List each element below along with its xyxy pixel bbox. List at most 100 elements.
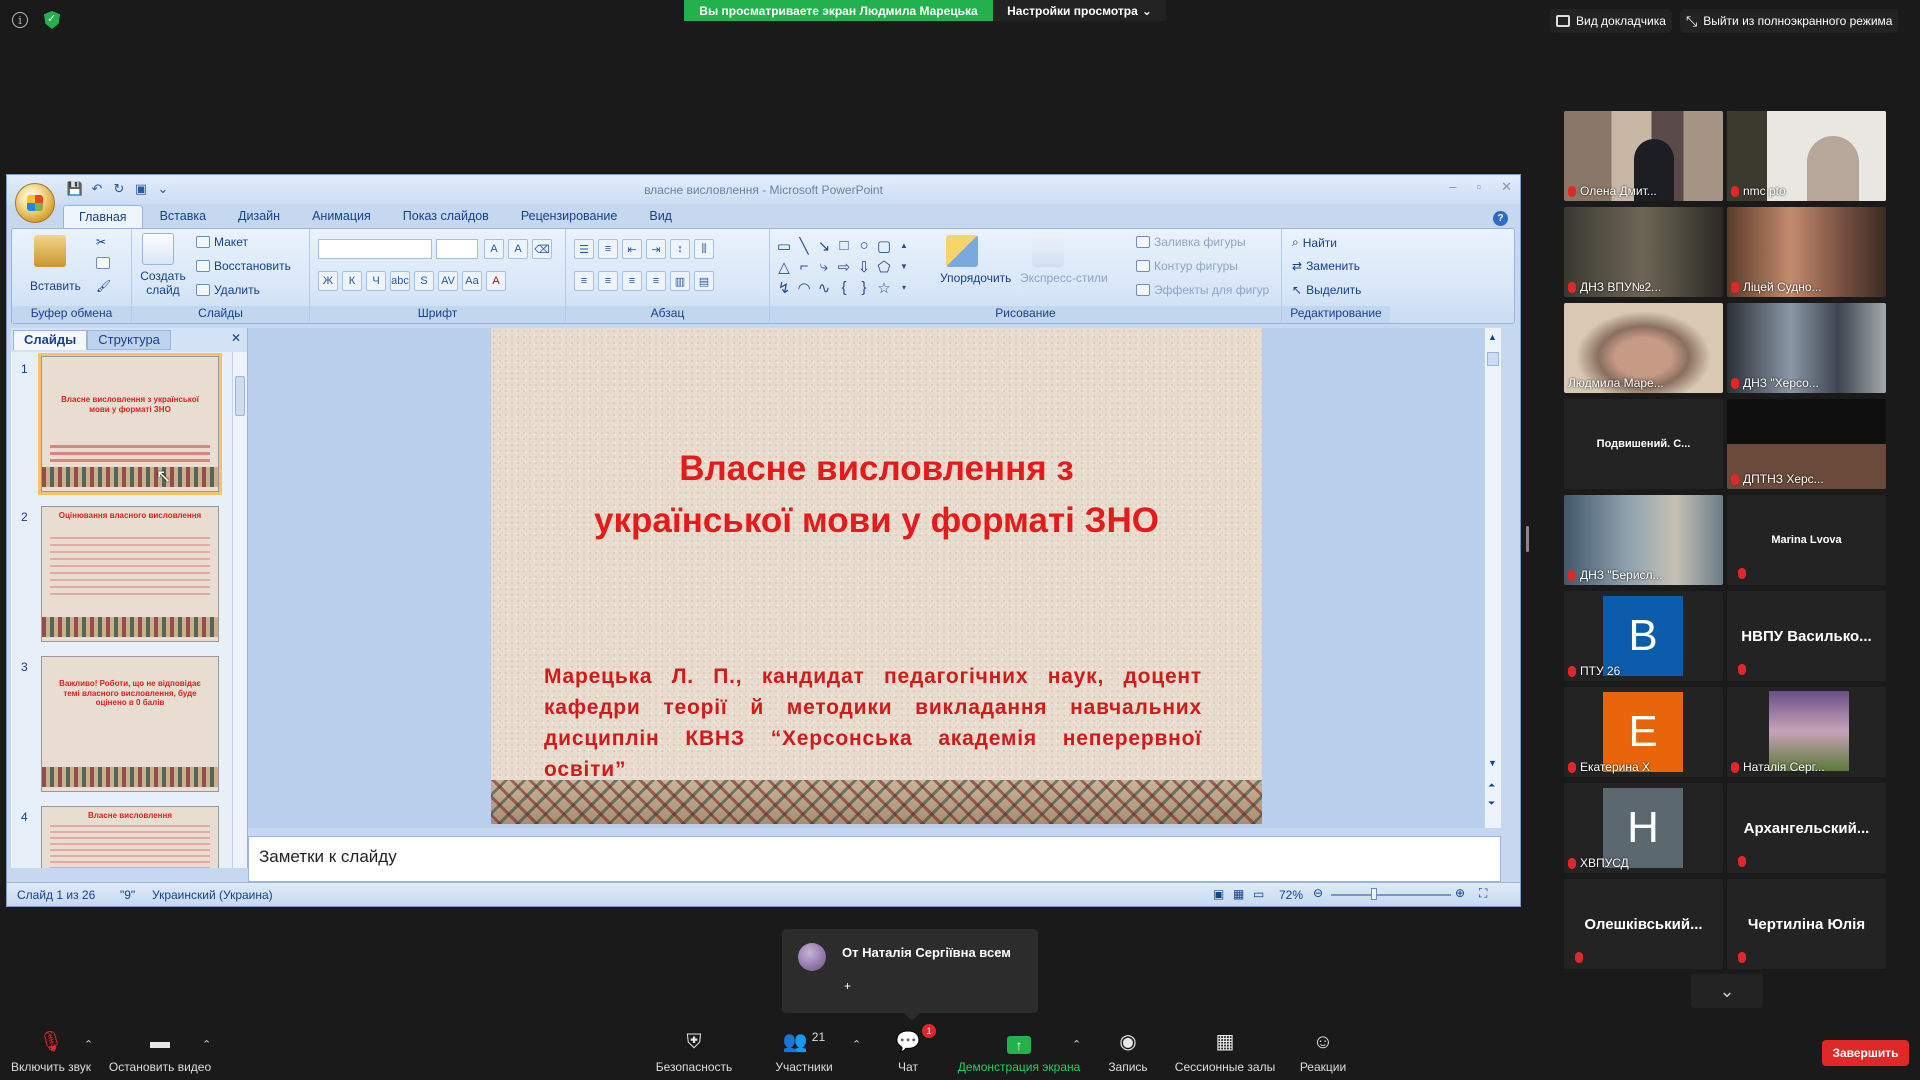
participant-tile-active-speaker[interactable]: nmc pto bbox=[1727, 111, 1886, 201]
tab-slides[interactable]: Слайды bbox=[13, 330, 88, 350]
down-arrow-shape-icon[interactable]: ⇩ bbox=[854, 256, 874, 277]
shrink-font-button[interactable]: A bbox=[508, 239, 528, 259]
participant-tile[interactable]: E Екатерина Х bbox=[1564, 687, 1723, 777]
tab-review[interactable]: Рецензирование bbox=[506, 205, 633, 229]
arrange-button[interactable]: Упорядочить bbox=[940, 271, 1011, 285]
justify-icon[interactable]: ≡ bbox=[646, 271, 666, 291]
audio-options-icon[interactable]: ⌃ bbox=[84, 1038, 93, 1051]
quick-styles-button[interactable]: Экспресс-стили bbox=[1020, 271, 1108, 285]
tab-outline[interactable]: Структура bbox=[87, 330, 171, 350]
star-shape-icon[interactable]: ☆ bbox=[874, 277, 894, 298]
slide-title[interactable]: Власне висловлення з української мови у … bbox=[531, 443, 1222, 547]
new-slide-icon[interactable] bbox=[142, 233, 174, 265]
participant-tile[interactable]: Ліцей Судно... bbox=[1727, 207, 1886, 297]
bold-button[interactable]: Ж bbox=[318, 271, 338, 291]
close-icon[interactable]: ✕ bbox=[1501, 179, 1512, 195]
tab-animation[interactable]: Анимация bbox=[297, 205, 386, 229]
participant-tile[interactable]: Олешківський... bbox=[1564, 879, 1723, 969]
bullets-icon[interactable]: ☰ bbox=[574, 239, 594, 259]
clear-format-button[interactable]: ⌫ bbox=[532, 239, 552, 259]
connector-shape-icon[interactable]: ⤷ bbox=[814, 256, 834, 277]
tab-home[interactable]: Главная bbox=[63, 205, 143, 229]
participant-tile[interactable]: H ХВПУСД bbox=[1564, 783, 1723, 873]
brace-right-shape-icon[interactable]: } bbox=[854, 277, 874, 298]
participant-tile[interactable]: Архангельский... bbox=[1727, 783, 1886, 873]
language-indicator[interactable]: Украинский (Украина) bbox=[152, 888, 273, 902]
info-icon[interactable]: i bbox=[12, 12, 28, 28]
participant-tile[interactable]: B ПТУ 26 bbox=[1564, 591, 1723, 681]
speaker-view-button[interactable]: Вид докладчика bbox=[1550, 9, 1672, 33]
fit-window-icon[interactable]: ⛶ bbox=[1479, 886, 1487, 901]
view-settings-button[interactable]: Настройки просмотра ⌄ bbox=[993, 0, 1166, 21]
current-slide[interactable]: Власне висловлення з української мови у … bbox=[491, 328, 1262, 824]
slide-thumbnail-3[interactable]: Важливо! Роботи, що не відповідає темі в… bbox=[41, 656, 219, 792]
maximize-icon[interactable]: ▫ bbox=[1476, 179, 1481, 195]
notes-pane[interactable]: Заметки к слайду bbox=[248, 836, 1501, 882]
rect-shape-icon[interactable]: □ bbox=[834, 235, 854, 256]
font-color-button[interactable]: A bbox=[486, 271, 506, 291]
end-meeting-button[interactable]: Завершить bbox=[1822, 1040, 1909, 1066]
increase-indent-icon[interactable]: ⇥ bbox=[646, 239, 666, 259]
pentagon-shape-icon[interactable]: ⬠ bbox=[874, 256, 894, 277]
minimize-icon[interactable]: – bbox=[1449, 179, 1456, 195]
underline-button[interactable]: Ч bbox=[366, 271, 386, 291]
sorter-view-icon[interactable]: ▦ bbox=[1233, 887, 1244, 901]
reactions-button[interactable]: ☺ Реакции bbox=[1292, 1030, 1354, 1074]
pane-scroll-thumb[interactable] bbox=[235, 376, 245, 416]
chat-notification[interactable]: От Наталія Сергіївна всем + bbox=[782, 929, 1038, 1021]
right-arrow-shape-icon[interactable]: ⇨ bbox=[834, 256, 854, 277]
slide-scroll-thumb[interactable] bbox=[1487, 352, 1499, 366]
rounded-rect-shape-icon[interactable]: ▢ bbox=[874, 235, 894, 256]
share-screen-button[interactable]: ↑ Демонстрация экрана bbox=[954, 1030, 1084, 1074]
freeform-shape-icon[interactable]: ∿ bbox=[814, 277, 834, 298]
participant-tile[interactable]: НВПУ Василько... bbox=[1727, 591, 1886, 681]
align-left-icon[interactable]: ≡ bbox=[574, 271, 594, 291]
participant-tile[interactable]: Людмила Маре... bbox=[1564, 303, 1723, 393]
replace-button[interactable]: ⇄ Заменить bbox=[1292, 259, 1360, 273]
participant-tile[interactable]: ДНЗ "Херсо... bbox=[1727, 303, 1886, 393]
curve-shape-icon[interactable]: ◠ bbox=[794, 277, 814, 298]
tab-slideshow[interactable]: Показ слайдов bbox=[388, 205, 504, 229]
numbering-icon[interactable]: ≡ bbox=[598, 239, 618, 259]
tab-view[interactable]: Вид bbox=[634, 205, 687, 229]
oval-shape-icon[interactable]: ○ bbox=[854, 235, 874, 256]
slide-subtitle[interactable]: Марецька Л. П., кандидат педагогічних на… bbox=[544, 661, 1202, 785]
quick-styles-icon[interactable] bbox=[1032, 235, 1064, 267]
gallery-more-icon[interactable]: ▾ bbox=[894, 277, 914, 298]
shapes-gallery[interactable]: ▭ ╲ ↘ □ ○ ▢ ▲ △ ⌐ ⤷ ⇨ ⇩ ⬠ ▼ ↯ ◠ ∿{} ☆ ▾ bbox=[774, 235, 914, 299]
gallery-next-page-button[interactable]: ⌄ bbox=[1691, 974, 1763, 1008]
slide-thumbnail-4[interactable]: Власне висловлення bbox=[41, 806, 219, 868]
participant-tile[interactable]: Олена Дмит... bbox=[1564, 111, 1723, 201]
spacing-button[interactable]: AV bbox=[438, 271, 458, 291]
encryption-shield-icon[interactable] bbox=[44, 11, 60, 29]
slideshow-view-icon[interactable]: ▭ bbox=[1253, 887, 1264, 901]
grow-font-button[interactable]: A bbox=[484, 239, 504, 259]
gallery-scroll-up-icon[interactable]: ▲ bbox=[894, 235, 914, 256]
textbox-shape-icon[interactable]: ▭ bbox=[774, 235, 794, 256]
next-slide-icon[interactable]: ⏷ bbox=[1488, 798, 1495, 809]
slide-thumbnail-1[interactable]: Власне висловлення з української мови у … bbox=[38, 353, 222, 495]
select-button[interactable]: ↖ Выделить bbox=[1292, 283, 1361, 297]
record-button[interactable]: ◉ Запись bbox=[1100, 1030, 1156, 1074]
breakout-rooms-button[interactable]: ▦ Сессионные залы bbox=[1172, 1030, 1278, 1074]
shape-effects-button[interactable]: Эффекты для фигур bbox=[1136, 283, 1269, 297]
text-direction-icon[interactable]: ⫼ bbox=[694, 239, 714, 259]
participant-tile[interactable]: Чертиліна Юлія bbox=[1727, 879, 1886, 969]
shape-outline-button[interactable]: Контур фигуры bbox=[1136, 259, 1238, 273]
unmute-button[interactable]: 🎙 Включить звук bbox=[8, 1030, 94, 1074]
participant-tile[interactable]: Marina Lvova bbox=[1727, 495, 1886, 585]
exit-fullscreen-button[interactable]: ⤡ Выйти из полноэкранного режима bbox=[1680, 9, 1899, 33]
help-icon[interactable]: ? bbox=[1493, 211, 1508, 226]
chat-button[interactable]: 💬 1 Чат bbox=[888, 1024, 936, 1074]
font-size-field[interactable] bbox=[436, 239, 478, 259]
pane-scrollbar[interactable] bbox=[232, 352, 247, 868]
zoom-slider-knob[interactable] bbox=[1371, 888, 1377, 900]
layout-button[interactable]: Макет bbox=[196, 235, 248, 249]
zoom-slider[interactable] bbox=[1331, 894, 1451, 896]
normal-view-icon[interactable]: ▣ bbox=[1213, 887, 1224, 901]
arrow-shape-icon[interactable]: ↘ bbox=[814, 235, 834, 256]
strikethrough-button[interactable]: abc bbox=[390, 271, 410, 291]
video-options-icon[interactable]: ⌃ bbox=[202, 1038, 211, 1051]
brace-left-shape-icon[interactable]: { bbox=[834, 277, 854, 298]
change-case-button[interactable]: Aa bbox=[462, 271, 482, 291]
